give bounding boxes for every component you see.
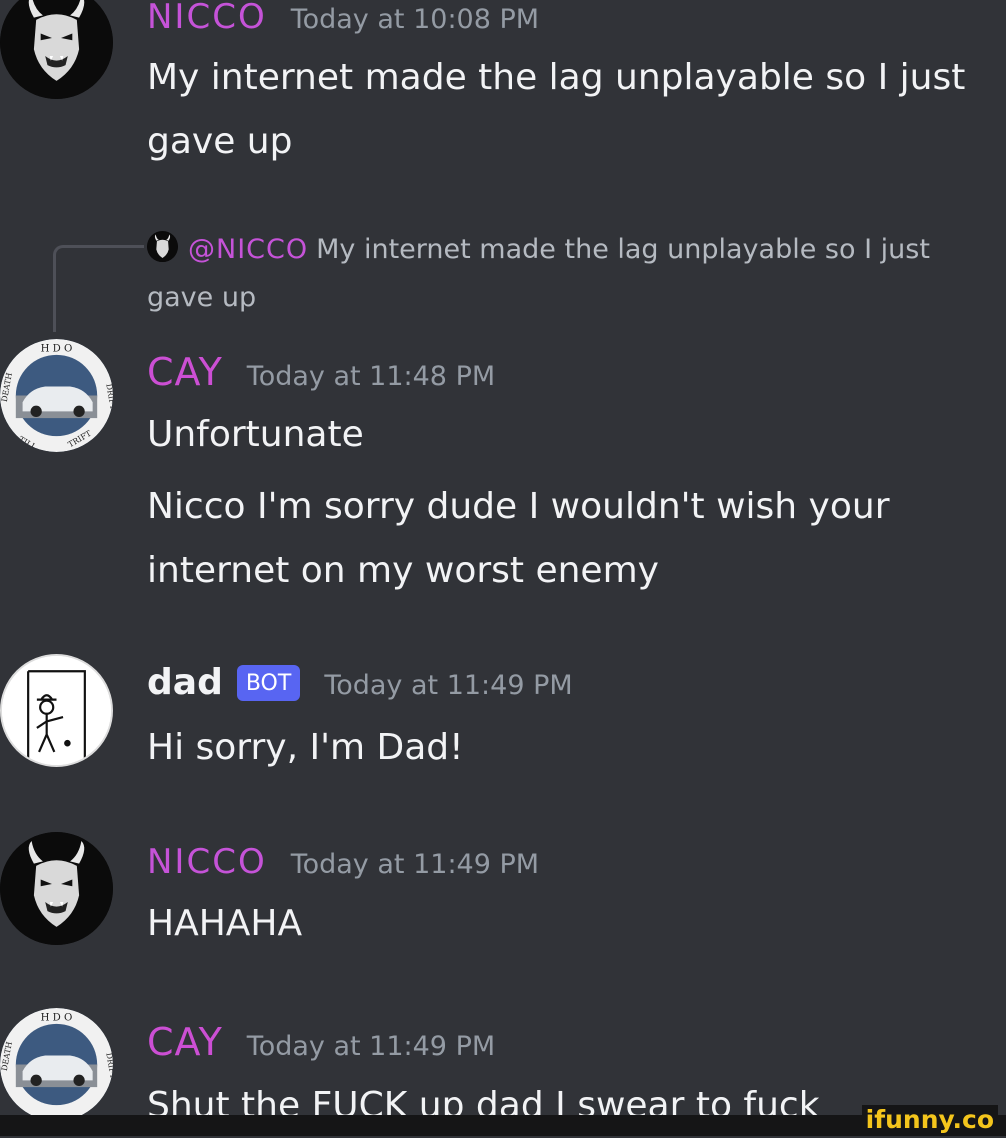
nicco-avatar[interactable] — [0, 832, 113, 945]
car-ring-logo-icon: H D O DEATH DRIFT TILL TRIFT — [0, 339, 113, 452]
stick-figure-doorway-icon — [2, 656, 111, 765]
reply-connector — [53, 245, 144, 332]
timestamp[interactable]: Today at 11:49 PM — [247, 1031, 495, 1062]
timestamp[interactable]: Today at 11:49 PM — [291, 849, 539, 880]
reply-text: My internet made the lag unplayable so I… — [316, 234, 930, 265]
message-line: My internet made the lag unplayable so I… — [147, 57, 966, 98]
ring-text-top: H D O — [41, 343, 73, 354]
message-line: internet on my worst enemy — [147, 550, 659, 591]
oni-mask-icon — [0, 832, 113, 945]
ifunny-watermark: ifunny.co — [861, 1105, 998, 1134]
username[interactable]: dad — [147, 662, 223, 703]
timestamp[interactable]: Today at 10:08 PM — [291, 4, 539, 35]
reply-preview[interactable]: @NICCO My internet made the lag unplayabl… — [147, 226, 997, 322]
message-line: HAHAHA — [147, 903, 303, 944]
oni-mask-icon — [0, 0, 113, 99]
oni-mask-icon — [147, 232, 178, 262]
nicco-avatar[interactable] — [0, 0, 113, 99]
nicco-reply-avatar — [147, 231, 178, 262]
cay-avatar[interactable]: H D O DEATH DRIFT — [0, 1008, 113, 1121]
message-header: dad BOT Today at 11:49 PM — [147, 662, 573, 705]
message-line: gave up — [147, 121, 293, 162]
username[interactable]: CAY — [147, 1020, 223, 1064]
message-header: NICCO Today at 11:49 PM — [147, 842, 539, 882]
message-header: CAY Today at 11:48 PM — [147, 350, 495, 394]
reply-mention[interactable]: @NICCO — [188, 234, 308, 265]
dad-avatar[interactable] — [0, 654, 113, 767]
timestamp[interactable]: Today at 11:49 PM — [324, 670, 572, 701]
cay-avatar[interactable]: H D O DEATH DRIFT TILL TRIFT — [0, 339, 113, 452]
message-line: Nicco I'm sorry dude I wouldn't wish you… — [147, 486, 890, 527]
bot-badge: BOT — [236, 665, 301, 701]
username[interactable]: NICCO — [147, 842, 267, 882]
car-ring-logo-icon: H D O DEATH DRIFT — [0, 1008, 113, 1121]
ring-text-top: H D O — [41, 1012, 73, 1023]
message-line: Unfortunate — [147, 414, 364, 455]
reply-text: gave up — [147, 282, 257, 313]
message-line: Hi sorry, I'm Dad! — [147, 727, 464, 768]
username[interactable]: NICCO — [147, 0, 267, 37]
watermark-bar — [0, 1115, 1006, 1136]
message-header: NICCO Today at 10:08 PM — [147, 0, 539, 37]
username[interactable]: CAY — [147, 350, 223, 394]
message-header: CAY Today at 11:49 PM — [147, 1020, 495, 1064]
timestamp[interactable]: Today at 11:48 PM — [247, 361, 495, 392]
